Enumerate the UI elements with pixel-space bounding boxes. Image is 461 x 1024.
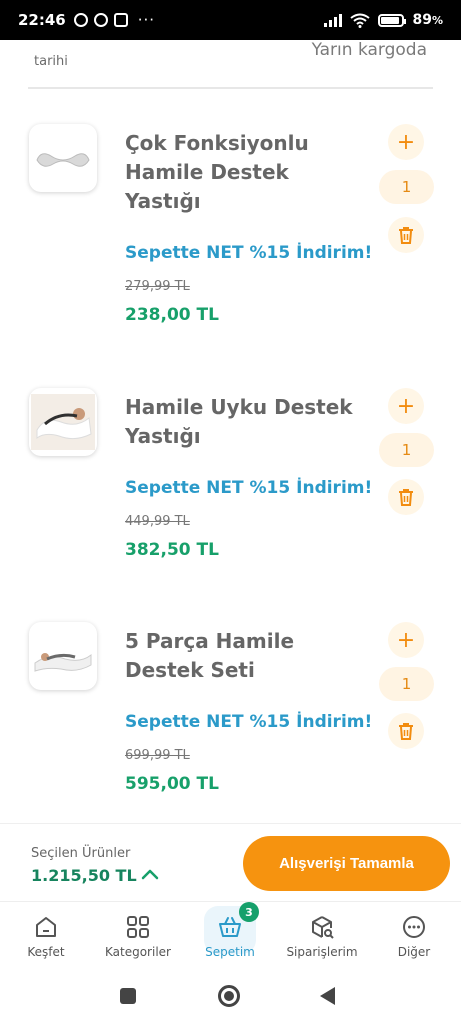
delivery-info-row: tarihi Yarın kargoda xyxy=(0,40,461,88)
discount-promo: Sepette NET %15 İndirim! xyxy=(125,478,373,498)
current-price: 595,00 TL xyxy=(125,774,219,794)
old-price: 699,99 TL xyxy=(125,748,190,763)
nav-item-kategoriler[interactable]: Kategoriler xyxy=(92,914,184,959)
cart-item: 5 Parça Hamile Destek Seti Sepette NET %… xyxy=(0,608,461,838)
delivery-date-label: tarihi xyxy=(34,54,68,69)
battery-icon xyxy=(378,13,407,27)
package-search-icon xyxy=(312,916,334,939)
nav-label: Kategoriler xyxy=(105,945,171,959)
home-button[interactable] xyxy=(218,985,240,1007)
increase-quantity-button[interactable]: + xyxy=(388,388,424,424)
current-price: 238,00 TL xyxy=(125,305,219,325)
status-bar: 22:46 ··· 89% xyxy=(0,0,461,40)
product-image[interactable] xyxy=(29,388,97,456)
current-price: 382,50 TL xyxy=(125,540,219,560)
quantity-field[interactable]: 1 xyxy=(379,433,434,467)
chat-notification-icon xyxy=(73,13,88,27)
shipping-status: Yarın kargoda xyxy=(311,40,427,60)
pillow-image-icon xyxy=(36,153,90,167)
nav-label: Keşfet xyxy=(27,945,65,959)
product-image[interactable] xyxy=(29,622,97,690)
remove-item-button[interactable] xyxy=(388,713,424,749)
system-navigation-bar xyxy=(0,971,461,1024)
remove-item-button[interactable] xyxy=(388,479,424,515)
cart-total: 1.215,50 TL xyxy=(31,866,137,885)
product-image[interactable] xyxy=(29,124,97,192)
wifi-icon xyxy=(350,13,371,28)
trash-icon xyxy=(399,227,413,244)
more-icon xyxy=(403,916,425,938)
nav-item-siparislerim[interactable]: Siparişlerim xyxy=(276,914,368,959)
nav-item-sepetim[interactable]: Sepetim xyxy=(184,914,276,959)
pillow-set-image-icon xyxy=(34,653,92,672)
nav-item-kesfet[interactable]: Keşfet xyxy=(0,914,92,959)
nav-label: Diğer xyxy=(397,945,431,959)
chevron-up-icon[interactable] xyxy=(140,864,160,884)
quantity-field[interactable]: 1 xyxy=(379,170,434,204)
back-button[interactable] xyxy=(320,987,335,1005)
plus-icon: + xyxy=(396,627,416,653)
plus-icon: + xyxy=(396,129,416,155)
cart-count-badge: 3 xyxy=(239,902,259,922)
instagram-notification-icon xyxy=(113,13,128,27)
bottom-navigation: Keşfet Kategoriler Sepetim 3 Siparişleri… xyxy=(0,901,461,971)
whatsapp-notification-icon xyxy=(93,13,108,27)
pillow-image-icon xyxy=(31,394,95,450)
discount-promo: Sepette NET %15 İndirim! xyxy=(125,712,373,732)
product-title[interactable]: Çok Fonksiyonlu Hamile Destek Yastığı xyxy=(125,129,365,216)
nav-label: Siparişlerim xyxy=(286,945,358,959)
plus-icon: + xyxy=(396,393,416,419)
home-icon xyxy=(36,917,56,937)
product-title[interactable]: 5 Parça Hamile Destek Seti xyxy=(125,627,365,685)
checkout-button[interactable]: Alışverişi Tamamla xyxy=(243,836,450,891)
more-notifications-icon: ··· xyxy=(137,11,156,29)
quantity-field[interactable]: 1 xyxy=(379,667,434,701)
cart-item: Çok Fonksiyonlu Hamile Destek Yastığı Se… xyxy=(0,110,461,340)
selected-products-label: Seçilen Ürünler xyxy=(31,846,131,861)
cart-summary-bar: Seçilen Ürünler 1.215,50 TL Alışverişi T… xyxy=(0,823,461,901)
basket-icon xyxy=(219,917,241,937)
cart-item: Hamile Uyku Destek Yastığı Sepette NET %… xyxy=(0,374,461,604)
divider xyxy=(28,87,433,89)
product-title[interactable]: Hamile Uyku Destek Yastığı xyxy=(125,393,365,451)
nav-label: Sepetim xyxy=(205,945,255,959)
signal-icon xyxy=(324,13,343,27)
recent-apps-button[interactable] xyxy=(120,988,136,1004)
status-time: 22:46 xyxy=(18,11,66,29)
grid-icon xyxy=(127,916,149,938)
old-price: 449,99 TL xyxy=(125,514,190,529)
trash-icon xyxy=(399,723,413,740)
battery-percent: 89% xyxy=(412,12,443,28)
nav-item-diger[interactable]: Diğer xyxy=(368,914,460,959)
discount-promo: Sepette NET %15 İndirim! xyxy=(125,243,373,263)
trash-icon xyxy=(399,489,413,506)
remove-item-button[interactable] xyxy=(388,217,424,253)
increase-quantity-button[interactable]: + xyxy=(388,622,424,658)
old-price: 279,99 TL xyxy=(125,279,190,294)
increase-quantity-button[interactable]: + xyxy=(388,124,424,160)
